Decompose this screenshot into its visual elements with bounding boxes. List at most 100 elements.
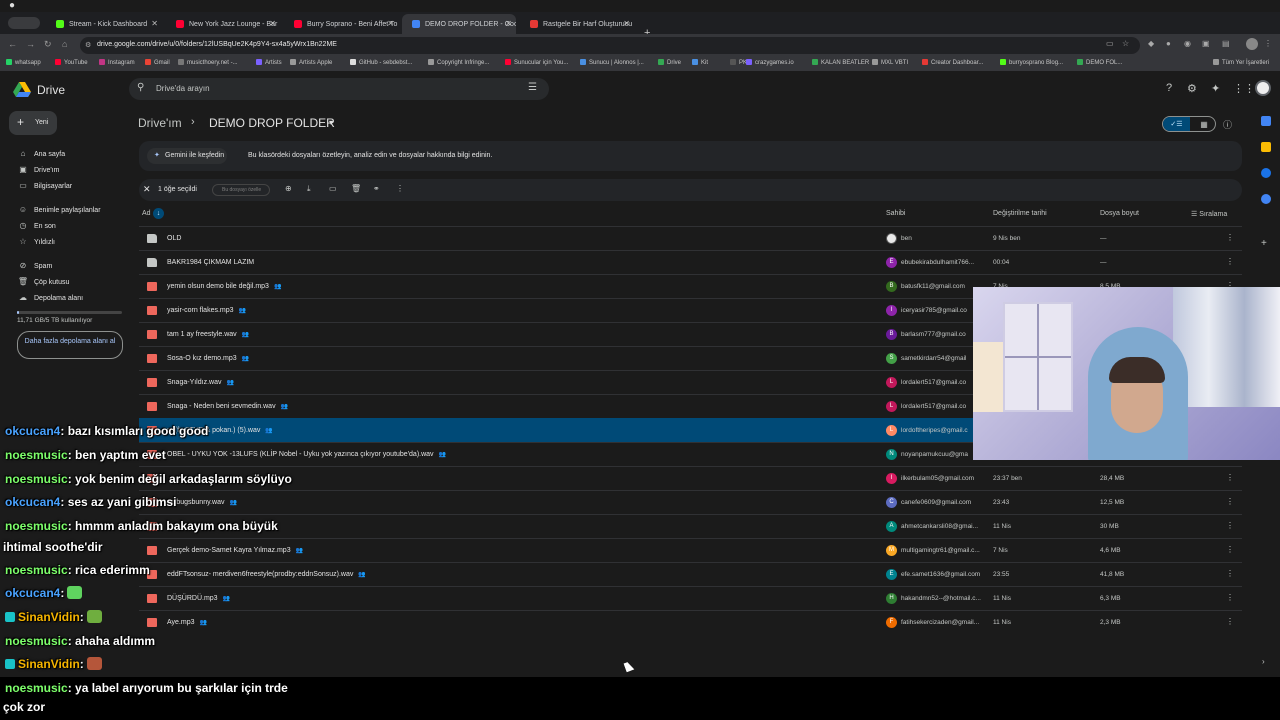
add-addon-icon[interactable]: + <box>1261 238 1267 249</box>
settings-gear-icon[interactable]: ⚙ <box>1187 82 1197 95</box>
file-name[interactable]: OBEL - UYKU YOK -13LUFS (KLİP Nobel - Uy… <box>167 451 446 458</box>
sidebar-item-spam[interactable]: ⊘ Spam <box>17 261 53 273</box>
file-name[interactable]: OLD <box>167 235 181 242</box>
sidebar-item-cloud[interactable]: ☁ Depolama alanı <box>17 293 83 305</box>
file-name[interactable]: yasir-corn flakes.mp3 👥 <box>167 307 246 314</box>
delete-icon[interactable]: 🗑 <box>351 184 361 193</box>
sidebar-item-clock[interactable]: ◷ En son <box>17 221 56 233</box>
account-avatar[interactable] <box>1255 80 1271 96</box>
bookmark-item[interactable]: Kit <box>692 59 708 66</box>
bookmark-item[interactable]: Instagram <box>99 59 135 66</box>
clear-selection-icon[interactable]: ✕ <box>143 184 151 195</box>
file-row[interactable]: OLD ben 9 Nis ben — ⋮ <box>139 226 1242 250</box>
url-text[interactable]: drive.google.com/drive/u/0/folders/12lUS… <box>97 41 337 48</box>
bookmark-item[interactable]: Sunucular için You... <box>505 59 568 66</box>
bookmark-item[interactable]: DEMO FOL... <box>1077 59 1122 66</box>
tab-close-icon[interactable]: ✕ <box>387 19 394 28</box>
forward-icon[interactable]: → <box>26 39 35 49</box>
sidebar-item-trash[interactable]: 🗑 Çöp kutusu <box>17 277 70 289</box>
row-more-actions-icon[interactable]: ⋮ <box>1226 569 1234 578</box>
file-name[interactable]: yemin olsun demo bile değil.mp3 👥 <box>167 283 281 290</box>
file-name[interactable]: Aye.mp3 👥 <box>167 619 207 626</box>
extension-icon[interactable]: ◉ <box>1184 39 1191 48</box>
file-name[interactable]: Snaga-Yıldız.wav 👥 <box>167 379 234 386</box>
bookmark-item[interactable]: GitHub - sebdebst... <box>350 59 412 66</box>
row-more-actions-icon[interactable]: ⋮ <box>1226 233 1234 242</box>
calendar-icon[interactable] <box>1261 116 1271 126</box>
row-more-actions-icon[interactable]: ⋮ <box>1226 257 1234 266</box>
folder-menu-chevron-icon[interactable]: ▾ <box>329 118 333 127</box>
gemini-explore-button[interactable]: ✦ Gemini ile keşfedin <box>147 148 227 164</box>
tab-close-icon[interactable]: ✕ <box>151 19 158 28</box>
contacts-icon[interactable] <box>1261 194 1271 204</box>
file-row[interactable]: Gerçek demo-Samet Kayra Yılmaz.mp3 👥 Mmult… <box>139 538 1242 562</box>
bookmark-item[interactable]: Creator Dashboar... <box>922 59 983 66</box>
sort-options-button[interactable]: ☰ Sıralama <box>1191 210 1227 218</box>
sidebar-item-home[interactable]: ⌂ Ana sayfa <box>17 149 66 161</box>
browser-profile-avatar[interactable] <box>1246 38 1258 50</box>
file-name[interactable]: DÜŞÜRDÜ.mp3 👥 <box>167 595 230 602</box>
site-info-icon[interactable]: ⚙ <box>85 41 91 49</box>
bookmark-item[interactable]: burryosprano Blog... <box>1000 59 1063 66</box>
move-icon[interactable]: ▭ <box>329 184 337 193</box>
bookmark-item[interactable]: crazygames.io <box>746 59 794 66</box>
browser-tab[interactable]: Rastgele Bir Harf Oluşturucu ✕ <box>520 14 634 34</box>
column-size[interactable]: Dosya boyut <box>1100 210 1139 217</box>
sidebar-icon[interactable]: ▤ <box>1222 39 1230 48</box>
file-name[interactable]: az bugsbunny.wav 👥 <box>167 499 237 506</box>
get-more-storage-button[interactable]: Daha fazla depolama alanı al <box>17 331 123 359</box>
tasks-icon[interactable] <box>1261 168 1271 178</box>
search-input[interactable]: ⚲ Drive'da arayın ☰ <box>129 78 549 100</box>
more-actions-icon[interactable]: ⋮ <box>396 184 404 193</box>
share-file-button[interactable]: Bu dosyayı özelle <box>212 184 270 196</box>
file-row[interactable]: BAKR1984 ÇIKMAM LAZIM Eebubekirabdulhamit… <box>139 250 1242 274</box>
file-row[interactable]: Aahmetcankarsli08@gmai... 11 Nis 30 MB ⋮ <box>139 514 1242 538</box>
file-name[interactable]: tam 1 ay freestyle.wav 👥 <box>167 331 249 338</box>
extension-icon[interactable]: ◆ <box>1148 39 1154 48</box>
window-controls[interactable] <box>8 17 40 29</box>
home-icon[interactable]: ⌂ <box>62 39 67 49</box>
sidebar-item-computer[interactable]: ▭ Bilgisayarlar <box>17 181 72 193</box>
file-row[interactable]: Aye.mp3 👥 Ffatihsekercizaden@gmail... 11 Ni… <box>139 610 1242 634</box>
bookmark-item[interactable]: whatsapp <box>6 59 41 66</box>
bookmark-item[interactable]: MXL VBTI <box>872 59 908 66</box>
bookmark-item[interactable]: Drive <box>658 59 681 66</box>
list-view-button[interactable]: ✓☰ <box>1163 117 1190 131</box>
bookmark-item[interactable]: YouTube <box>55 59 88 66</box>
sidebar-item-star[interactable]: ☆ Yıldızlı <box>17 237 55 249</box>
row-more-actions-icon[interactable]: ⋮ <box>1226 473 1234 482</box>
keep-icon[interactable] <box>1261 142 1271 152</box>
bookmark-item[interactable]: PK <box>730 59 747 66</box>
tab-close-icon[interactable]: ✕ <box>269 19 276 28</box>
details-info-icon[interactable]: ⓘ <box>1223 118 1232 131</box>
bookmark-item[interactable]: Gmail <box>145 59 170 66</box>
bookmark-item[interactable]: Copyright Infringe... <box>428 59 489 66</box>
bookmark-item[interactable]: Tüm Yer İşaretleri <box>1213 59 1269 66</box>
extension-icon[interactable]: ● <box>1166 39 1171 48</box>
download-icon[interactable]: ⤓ <box>307 184 311 194</box>
browser-tab[interactable]: DEMO DROP FOLDER - Goog ✕ <box>402 14 516 34</box>
row-more-actions-icon[interactable]: ⋮ <box>1226 593 1234 602</box>
sidebar-item-my-drive[interactable]: ▣ Drive'ım <box>17 165 59 177</box>
omnibox[interactable]: ⚙ drive.google.com/drive/u/0/folders/12l… <box>80 37 1140 54</box>
bookmark-star-icon[interactable]: ☆ <box>1122 39 1129 48</box>
share-icon[interactable]: ⊕ <box>285 184 292 193</box>
column-modified[interactable]: Değiştirilme tarihi <box>993 210 1047 217</box>
tab-close-icon[interactable]: ✕ <box>623 19 630 28</box>
extensions-puzzle-icon[interactable]: ▣ <box>1202 39 1210 48</box>
file-name[interactable]: BAKR1984 ÇIKMAM LAZIM <box>167 259 254 266</box>
bookmark-item[interactable]: Artists Apple <box>290 59 332 66</box>
gemini-icon[interactable]: ✦ <box>1211 82 1220 95</box>
sort-direction-icon[interactable]: ↓ <box>153 208 164 219</box>
row-more-actions-icon[interactable]: ⋮ <box>1226 617 1234 626</box>
row-more-actions-icon[interactable]: ⋮ <box>1226 521 1234 530</box>
cast-icon[interactable]: ▭ <box>1106 39 1114 48</box>
browser-tab[interactable]: Stream - Kick Dashboard ✕ <box>46 14 162 34</box>
file-row[interactable]: az bugsbunny.wav 👥 Ccanefe0609@gmail.com 23… <box>139 490 1242 514</box>
browser-tab[interactable]: Burry Soprano - Beni Affet To ✕ <box>284 14 398 34</box>
apps-grid-icon[interactable]: ⋮⋮ <box>1233 82 1255 95</box>
bookmark-item[interactable]: Sunucu | Alonnos |... <box>580 59 644 66</box>
tab-close-icon[interactable]: ✕ <box>505 19 512 28</box>
file-row[interactable]: Iilkerbulam05@gmail.com 23:37 ben 28,4 MB ⋮ <box>139 466 1242 490</box>
sidebar-item-shared[interactable]: ☺ Benimle paylaşılanlar <box>17 205 101 217</box>
